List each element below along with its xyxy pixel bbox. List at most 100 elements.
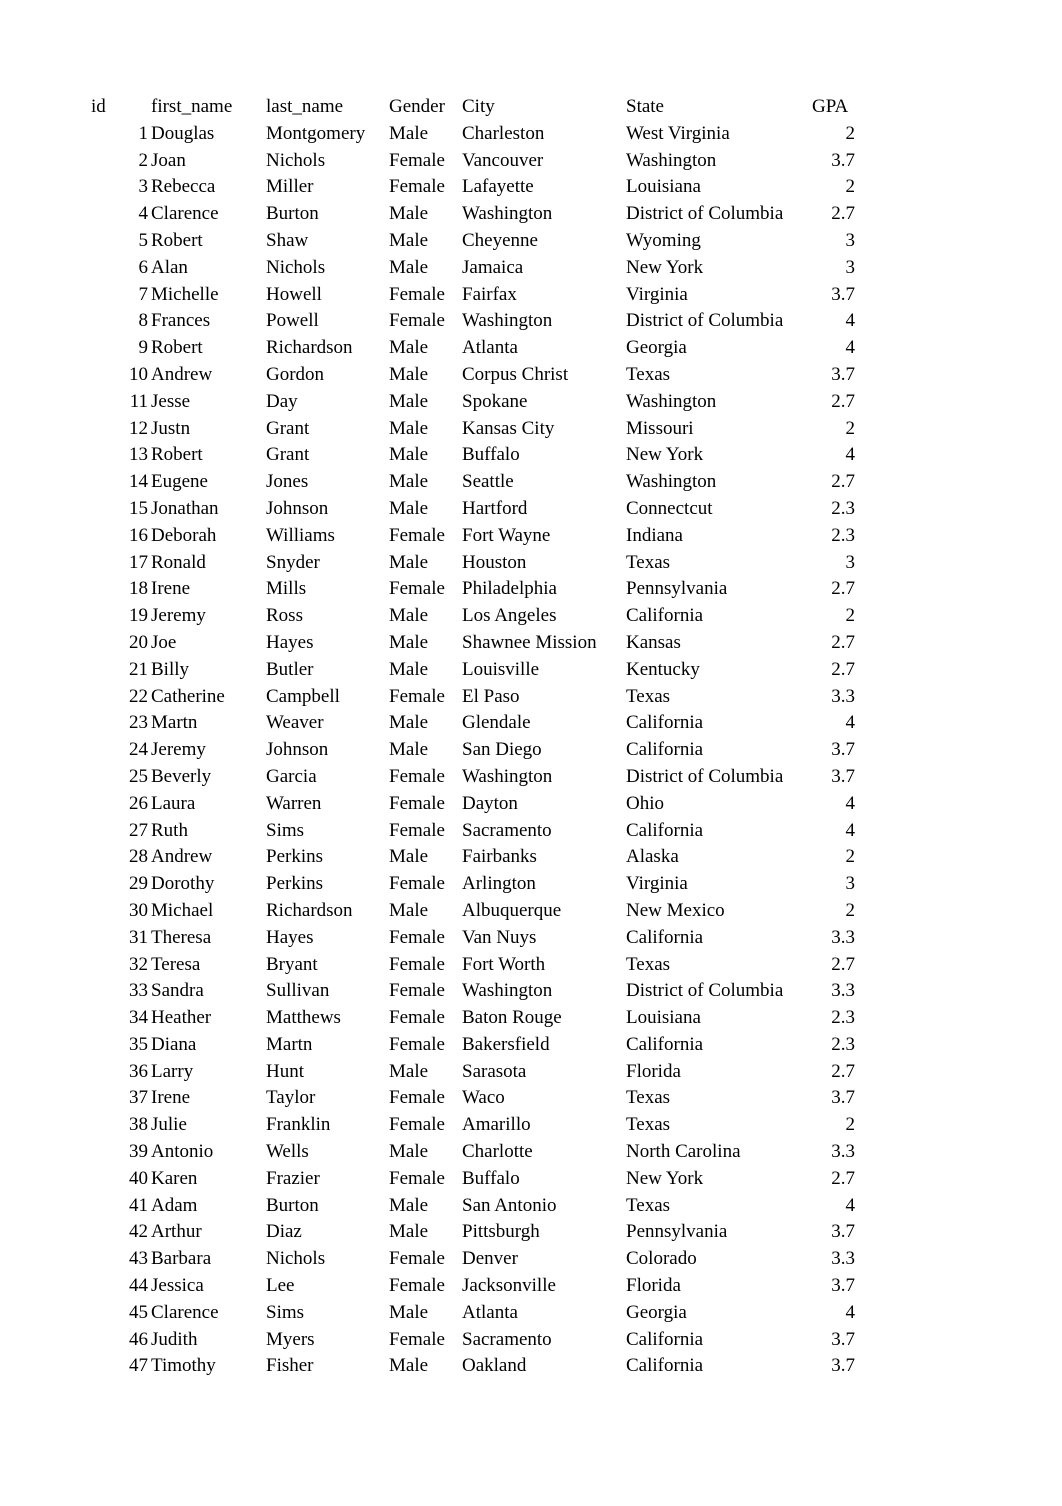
cell-last-name: Perkins <box>266 846 323 868</box>
table-row: 39 Antonio Wells Male Charlotte North Carolin… <box>0 1139 1062 1166</box>
cell-state: District of Columbia <box>626 203 784 225</box>
cell-last-name: Gordon <box>266 363 325 385</box>
table-row: 10 Andrew Gordon Male Corpus Christ Texas 3.7 <box>0 362 1062 389</box>
cell-gender: Female <box>389 524 445 546</box>
cell-first-name: Diana <box>151 1033 197 1055</box>
cell-city: Shawnee Mission <box>462 631 597 653</box>
cell-state: California <box>626 1328 704 1350</box>
table-row: 3 Rebecca Miller Female Lafayette Louisiana 2 <box>0 174 1062 201</box>
cell-gender: Female <box>389 926 445 948</box>
cell-last-name: Richardson <box>266 337 353 359</box>
cell-gender: Male <box>389 1221 429 1243</box>
cell-id: 25 <box>129 765 148 787</box>
table-row: 40 Karen Frazier Female Buffalo New York 2.7 <box>0 1166 1062 1193</box>
table-row: 4 Clarence Burton Male Washington District of… <box>0 201 1062 228</box>
cell-id: 23 <box>129 712 148 734</box>
cell-last-name: Hunt <box>266 1060 304 1082</box>
cell-city: Louisville <box>462 658 540 680</box>
cell-city: Waco <box>462 1087 505 1109</box>
cell-first-name: Laura <box>151 792 196 814</box>
table-row: 43 Barbara Nichols Female Denver Colorado 3.3 <box>0 1246 1062 1273</box>
cell-city: Pittsburgh <box>462 1221 540 1243</box>
cell-gpa: 3.7 <box>831 1275 855 1297</box>
cell-state: Colorado <box>626 1248 697 1270</box>
cell-state: California <box>626 1355 704 1377</box>
cell-id: 16 <box>129 524 148 546</box>
cell-state: New Mexico <box>626 899 725 921</box>
cell-last-name: Johnson <box>266 497 329 519</box>
cell-first-name: Justn <box>151 417 191 439</box>
cell-first-name: Jeremy <box>151 739 206 761</box>
cell-city: Houston <box>462 551 527 573</box>
cell-gpa: 2.7 <box>831 203 855 225</box>
cell-id: 11 <box>129 390 148 412</box>
cell-city: Cheyenne <box>462 229 538 251</box>
cell-gender: Male <box>389 337 429 359</box>
cell-state: Florida <box>626 1275 681 1297</box>
table-row: 12 Justn Grant Male Kansas City Missouri 2 <box>0 416 1062 443</box>
cell-gpa: 2.7 <box>831 631 855 653</box>
table-row: 9 Robert Richardson Male Atlanta Georgia 4 <box>0 335 1062 362</box>
cell-gender: Female <box>389 1114 445 1136</box>
cell-id: 18 <box>129 578 148 600</box>
student-table: id first_name last_name Gender City Stat… <box>0 94 1062 1380</box>
cell-id: 13 <box>129 444 148 466</box>
table-row: 1 Douglas Montgomery Male Charleston West Vir… <box>0 121 1062 148</box>
cell-first-name: Heather <box>151 1007 212 1029</box>
table-row: 13 Robert Grant Male Buffalo New York 4 <box>0 442 1062 469</box>
cell-gender: Female <box>389 1033 445 1055</box>
cell-id: 36 <box>129 1060 148 1082</box>
cell-last-name: Sims <box>266 819 305 841</box>
cell-id: 37 <box>129 1087 148 1109</box>
cell-gpa: 2.7 <box>831 471 855 493</box>
cell-city: Dayton <box>462 792 518 814</box>
table-row: 37 Irene Taylor Female Waco Texas 3.7 <box>0 1085 1062 1112</box>
cell-id: 7 <box>138 283 149 305</box>
cell-first-name: Robert <box>151 337 203 359</box>
cell-last-name: Taylor <box>266 1087 316 1109</box>
cell-city: Arlington <box>462 873 536 895</box>
cell-state: Missouri <box>626 417 694 439</box>
cell-gender: Female <box>389 1275 445 1297</box>
cell-gpa: 2.7 <box>831 953 855 975</box>
cell-gpa: 2 <box>845 122 856 144</box>
table-row: 23 Martn Weaver Male Glendale California 4 <box>0 710 1062 737</box>
cell-first-name: Michael <box>151 899 214 921</box>
cell-gpa: 3.7 <box>831 363 855 385</box>
cell-last-name: Franklin <box>266 1114 331 1136</box>
cell-gpa: 3 <box>845 873 856 895</box>
cell-last-name: Grant <box>266 444 310 466</box>
cell-state: New York <box>626 256 704 278</box>
cell-last-name: Hayes <box>266 926 314 948</box>
cell-first-name: Michelle <box>151 283 219 305</box>
cell-id: 22 <box>129 685 148 707</box>
table-row: 30 Michael Richardson Male Albuquerque New Me… <box>0 898 1062 925</box>
cell-state: California <box>626 926 704 948</box>
cell-last-name: Williams <box>266 524 335 546</box>
cell-id: 32 <box>129 953 148 975</box>
cell-last-name: Myers <box>266 1328 315 1350</box>
cell-id: 39 <box>129 1141 148 1163</box>
cell-first-name: Julie <box>151 1114 187 1136</box>
cell-id: 20 <box>129 631 148 653</box>
cell-first-name: Catherine <box>151 685 225 707</box>
cell-gender: Female <box>389 1167 445 1189</box>
cell-state: California <box>626 739 704 761</box>
table-body: 1 Douglas Montgomery Male Charleston West Vir… <box>0 121 1062 1380</box>
header-first-name: first_name <box>151 96 233 117</box>
cell-gender: Male <box>389 444 429 466</box>
cell-id: 9 <box>138 337 149 359</box>
table-row: 24 Jeremy Johnson Male San Diego California 3.… <box>0 737 1062 764</box>
cell-state: Louisiana <box>626 1007 701 1029</box>
cell-gpa: 3 <box>845 256 856 278</box>
cell-gpa: 3.7 <box>831 739 855 761</box>
cell-first-name: Frances <box>151 310 211 332</box>
cell-state: Washington <box>626 149 717 171</box>
cell-city: El Paso <box>462 685 520 707</box>
table-row: 8 Frances Powell Female Washington District o… <box>0 308 1062 335</box>
cell-gender: Male <box>389 471 429 493</box>
cell-id: 35 <box>129 1033 148 1055</box>
cell-gpa: 4 <box>845 1301 856 1323</box>
cell-city: Buffalo <box>462 1167 520 1189</box>
cell-gender: Male <box>389 899 429 921</box>
